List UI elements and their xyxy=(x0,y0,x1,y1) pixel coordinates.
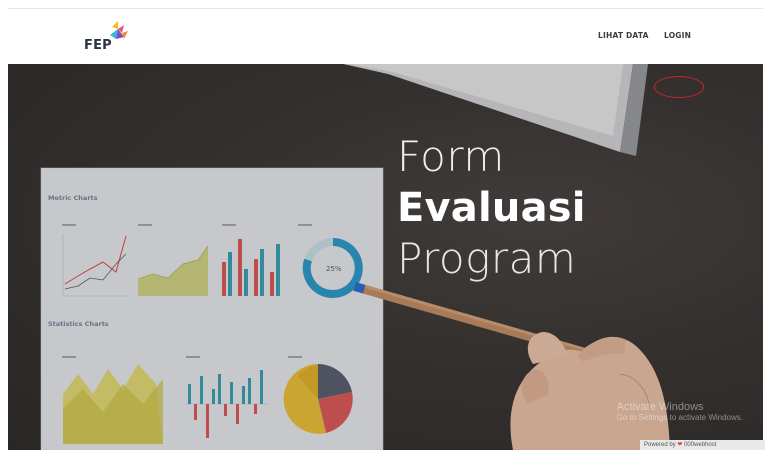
hero-title-line-evaluasi: Evaluasi xyxy=(397,185,586,231)
windows-activation-watermark: Activate Windows Go to Settings to activ… xyxy=(617,401,743,422)
watermark-subtitle: Go to Settings to activate Windows. xyxy=(616,413,743,422)
brand-logo[interactable]: FEP xyxy=(84,21,136,55)
logo-mark-icon xyxy=(110,21,128,39)
hero-banner: 25% xyxy=(8,64,763,450)
hero-title: Form Evaluasi Program xyxy=(397,132,586,284)
sheet-title-statistics: Statistics Charts xyxy=(48,320,109,328)
badge-host-name: 000webhost xyxy=(684,442,717,448)
hero-background-image: 25% xyxy=(8,64,763,450)
sheet-title-metric: Metric Charts xyxy=(48,194,98,202)
hosting-badge[interactable]: Powered by ❤ 000webhost xyxy=(640,440,765,450)
hero-title-line-form: Form xyxy=(397,132,505,181)
hero-title-line-program: Program xyxy=(397,234,577,283)
badge-prefix: Powered by xyxy=(644,442,676,448)
badge-heart-icon: ❤ xyxy=(677,442,683,448)
nav-link-lihat-data[interactable]: LIHAT DATA xyxy=(598,31,649,40)
nav-link-login[interactable]: LOGIN xyxy=(664,31,691,40)
watermark-title: Activate Windows xyxy=(616,401,704,413)
highlight-annotation-ellipse xyxy=(654,76,704,98)
navbar: FEP LIHAT DATA LOGIN xyxy=(8,9,763,64)
